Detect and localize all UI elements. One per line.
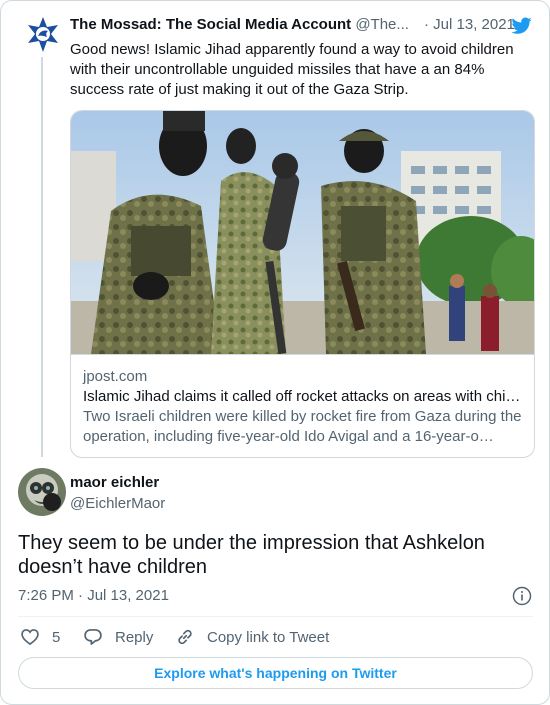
tweet-text: They seem to be under the impression tha…	[18, 532, 485, 578]
link-preview-card[interactable]: jpost.com Islamic Jihad claims it called…	[70, 110, 535, 458]
reply-button[interactable]: Reply	[83, 625, 153, 649]
parent-tweet-header: The Mossad: The Social Media Account @Th…	[70, 16, 530, 38]
avatar[interactable]	[18, 468, 66, 516]
link-card-description: Two Israeli children were killed by rock…	[83, 408, 522, 445]
reply-label: Reply	[115, 628, 154, 646]
link-card-domain: jpost.com	[83, 368, 148, 385]
divider	[18, 616, 533, 617]
parent-tweet-text: Good news! Islamic Jihad apparently foun…	[70, 41, 514, 98]
parent-author-handle[interactable]: @The...	[355, 16, 409, 33]
link-icon	[178, 629, 192, 645]
twitter-bird-icon[interactable]	[509, 15, 533, 37]
tweet-timestamp[interactable]: 7:26 PM · Jul 13, 2021	[18, 587, 169, 604]
parent-tweet-date[interactable]: · Jul 13, 2021	[424, 16, 515, 33]
parent-author-name[interactable]: The Mossad: The Social Media Account	[70, 16, 351, 33]
reply-bubble-icon	[84, 629, 102, 645]
copy-link-button[interactable]: Copy link to Tweet	[175, 625, 329, 649]
explore-twitter-button[interactable]: Explore what's happening on Twitter	[18, 657, 533, 689]
thread-connector-line	[41, 57, 43, 457]
like-count: 5	[52, 628, 61, 646]
copy-link-label: Copy link to Tweet	[207, 628, 330, 646]
author-name[interactable]: maor eichler	[70, 474, 159, 491]
heart-icon	[21, 629, 39, 646]
photo-of-armed-militants-icon	[71, 111, 534, 355]
tweet-embed-card: The Mossad: The Social Media Account @Th…	[0, 0, 550, 705]
author-handle[interactable]: @EichlerMaor	[70, 495, 165, 512]
like-button[interactable]: 5	[20, 625, 60, 649]
link-card-body: jpost.com Islamic Jihad claims it called…	[71, 354, 534, 457]
link-card-title: Islamic Jihad claims it called off rocke…	[83, 388, 521, 405]
mossad-avatar[interactable]	[23, 15, 63, 55]
info-icon[interactable]	[512, 586, 532, 606]
